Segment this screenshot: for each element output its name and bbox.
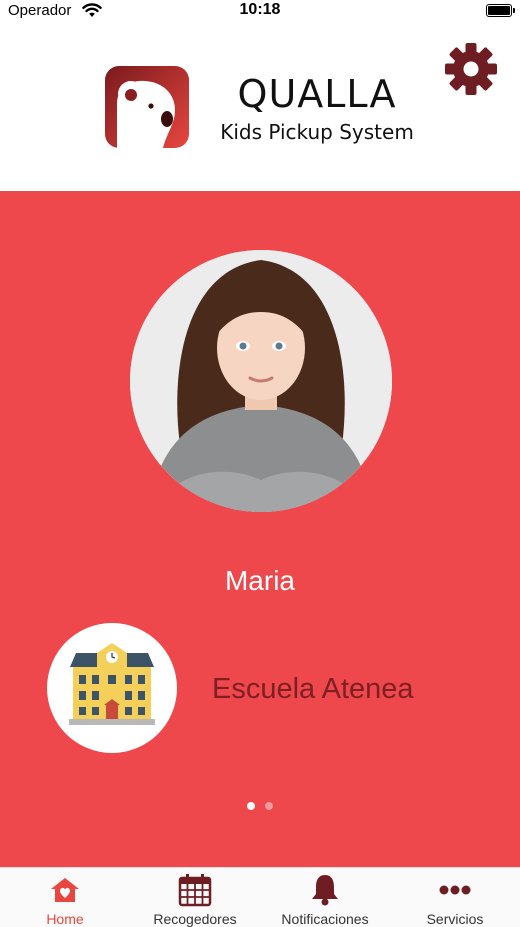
brand-subtitle: Kids Pickup System: [220, 120, 414, 144]
tab-home-label: Home: [46, 911, 84, 927]
brand-title: QUALLA: [237, 72, 397, 116]
child-card[interactable]: Maria Escuela Atenea: [0, 191, 520, 867]
page-indicator[interactable]: [0, 797, 520, 815]
tab-servicios[interactable]: Servicios: [390, 868, 520, 927]
gear-icon[interactable]: [444, 42, 498, 96]
home-heart-icon: [51, 878, 79, 902]
calendar-icon: [178, 874, 212, 907]
tab-servicios-label: Servicios: [426, 911, 484, 927]
child-name: Maria: [224, 565, 295, 596]
school-building-icon: [69, 643, 155, 725]
child-photo: [130, 250, 392, 512]
school-name: Escuela Atenea: [212, 673, 414, 705]
battery-icon: [486, 4, 515, 17]
more-dots-icon: [439, 885, 471, 895]
tab-recogedores[interactable]: Recogedores: [130, 868, 260, 927]
tab-notificaciones[interactable]: Notificaciones: [260, 868, 390, 927]
page-dot-2[interactable]: [265, 802, 273, 810]
page-dot-1[interactable]: [247, 802, 255, 810]
tab-bar: Home Recogedores Notificaciones Servicio…: [0, 867, 520, 927]
status-time: 10:18: [239, 1, 281, 18]
tab-notificaciones-label: Notificaciones: [281, 911, 369, 927]
bell-icon: [312, 875, 338, 906]
tab-recogedores-label: Recogedores: [153, 911, 237, 927]
child-avatar-illustration: [130, 250, 392, 512]
school-avatar[interactable]: [47, 623, 177, 753]
status-bar: Operador 10:18: [0, 0, 520, 24]
app-header: QUALLA Kids Pickup System: [0, 24, 520, 191]
koala-logo-icon: [105, 66, 189, 148]
tab-home[interactable]: Home: [0, 868, 130, 927]
